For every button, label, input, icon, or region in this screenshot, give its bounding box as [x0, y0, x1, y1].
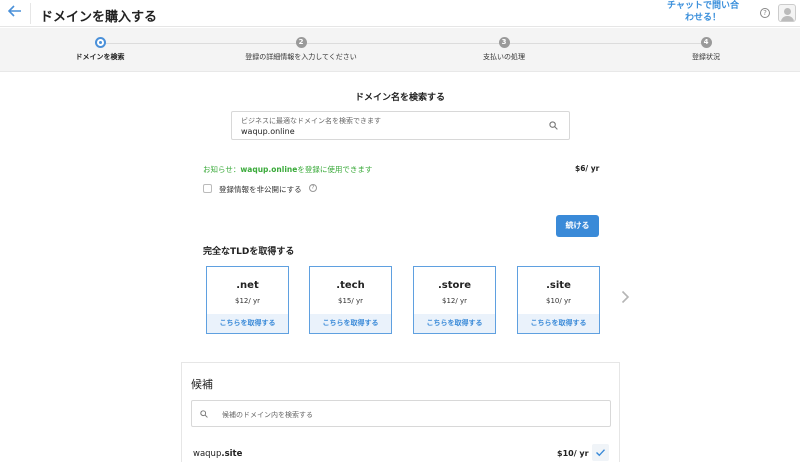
step-number: 4 [700, 37, 712, 48]
notice-prefix: お知らせ： [203, 165, 241, 174]
back-arrow-icon[interactable] [7, 4, 24, 22]
step-label: 登録の詳細情報を入力してください [245, 53, 357, 61]
get-tld-button[interactable]: こちらを取得する [414, 314, 495, 333]
candidates-title: 候補 [191, 378, 213, 391]
candidate-price: $10/ yr [557, 449, 589, 458]
tld-card-net[interactable]: .net $12/ yr こちらを取得する [206, 266, 289, 334]
availability-notice: お知らせ：waqup.onlineを登録に使用できます [203, 164, 372, 175]
chevron-right-icon[interactable] [621, 289, 630, 308]
page-title: ドメインを購入する [40, 10, 158, 25]
notice-domain: waqup.online [240, 165, 298, 174]
candidate-base: waqup [193, 449, 222, 459]
step-label: 登録状況 [692, 53, 720, 61]
step-details: 2 登録の詳細情報を入力してください [201, 37, 401, 62]
tld-price: $10/ yr [546, 297, 571, 305]
candidate-domain-name: waqup.site [193, 449, 242, 459]
search-icon[interactable] [549, 121, 558, 130]
tld-name: .net [236, 280, 259, 291]
avatar[interactable] [778, 4, 796, 22]
get-tld-button[interactable]: こちらを取得する [310, 314, 391, 333]
chat-contact-link[interactable]: チャットで問い合 わせる！ [658, 0, 748, 24]
avatar-head [784, 8, 791, 15]
candidates-panel: 候補 候補のドメイン内を検索する [181, 362, 620, 462]
tld-card-tech[interactable]: .tech $15/ yr こちらを取得する [309, 266, 392, 334]
candidate-tld: .site [221, 449, 243, 459]
step-label: ドメインを検索 [75, 53, 125, 61]
tld-section-title: 完全なTLDを取得する [203, 247, 295, 257]
step-search: ドメインを検索 [0, 37, 200, 62]
header-divider [30, 3, 31, 24]
search-placeholder: ビジネスに最適なドメイン名を検索できます [241, 117, 381, 125]
chat-link-line1: チャットで問い合 [667, 1, 739, 11]
chat-link-line2: わせる！ [684, 13, 721, 23]
search-icon [200, 410, 208, 418]
help-icon[interactable]: ? [760, 8, 770, 18]
step-active-indicator-icon [94, 37, 106, 48]
progress-steps: ドメインを検索 2 登録の詳細情報を入力してください 3 支払いの処理 4 登録… [0, 28, 800, 72]
avatar-body [781, 16, 794, 21]
continue-button[interactable]: 続ける [556, 215, 599, 237]
tld-name: .store [437, 280, 472, 291]
notice-suffix: を登録に使用できます [297, 165, 373, 174]
checkmark-icon [596, 449, 606, 457]
tld-name: .site [546, 280, 571, 291]
step-status: 4 登録状況 [606, 37, 800, 62]
privacy-label: 登録情報を非公開にする [219, 185, 302, 194]
step-number: 3 [498, 37, 510, 48]
get-tld-button[interactable]: こちらを取得する [207, 314, 288, 333]
tld-name: .tech [336, 280, 365, 291]
tld-price: $15/ yr [338, 297, 363, 305]
notice-price: $6/ yr [575, 164, 600, 173]
tld-price: $12/ yr [235, 297, 260, 305]
help-icon[interactable]: ? [309, 184, 317, 192]
candidates-search-placeholder: 候補のドメイン内を検索する [222, 411, 313, 419]
domain-search-input[interactable]: ビジネスに最適なドメイン名を検索できます waqup.online [231, 111, 570, 140]
candidates-search-input[interactable]: 候補のドメイン内を検索する [191, 400, 611, 427]
get-tld-button[interactable]: こちらを取得する [518, 314, 599, 333]
step-label: 支払いの処理 [483, 53, 525, 61]
search-section-title: ドメイン名を検索する [354, 93, 445, 103]
candidate-select-button[interactable] [592, 444, 609, 461]
step-number: 2 [295, 37, 307, 48]
search-value[interactable]: waqup.online [241, 127, 295, 136]
top-header: ドメインを購入する チャットで問い合 わせる！ ? [0, 0, 800, 27]
privacy-checkbox[interactable] [203, 184, 212, 193]
tld-card-store[interactable]: .store $12/ yr こちらを取得する [413, 266, 496, 334]
step-payment: 3 支払いの処理 [404, 37, 604, 62]
tld-price: $12/ yr [442, 297, 467, 305]
tld-card-site[interactable]: .site $10/ yr こちらを取得する [517, 266, 600, 334]
